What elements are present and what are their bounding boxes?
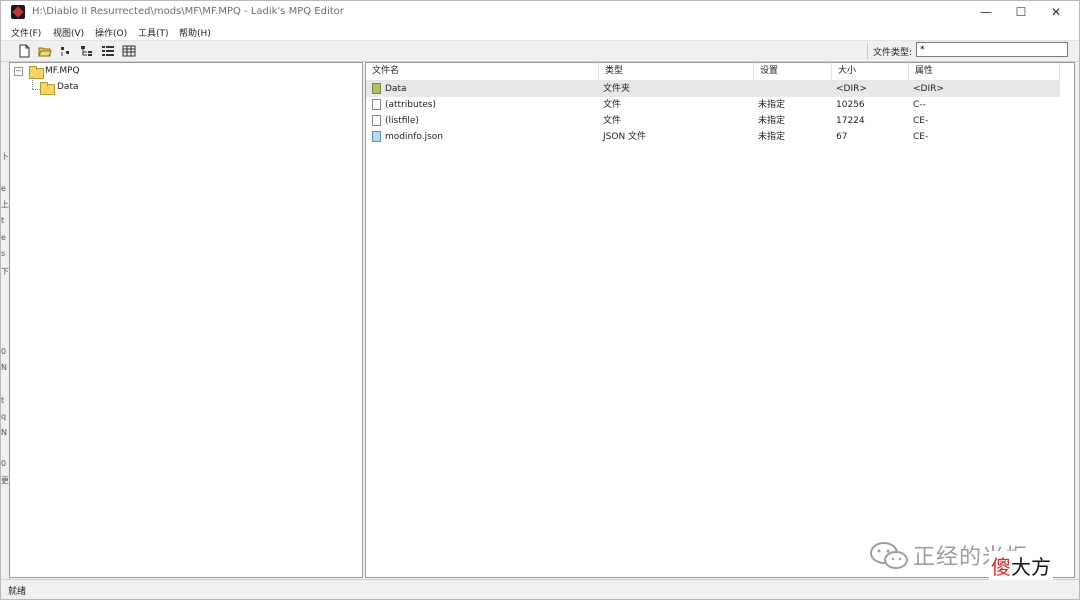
menu-bar: 文件(F) 视图(V) 操作(O) 工具(T) 帮助(H)	[1, 23, 1079, 40]
edge-char: N	[1, 428, 7, 437]
menu-tools[interactable]: 工具(T)	[138, 26, 169, 39]
edge-char: e	[1, 184, 6, 193]
column-header-type[interactable]: 类型	[599, 63, 754, 80]
cell-attributes: <DIR>	[913, 84, 944, 94]
edge-char: 0	[1, 459, 7, 468]
cell-size: 10256	[836, 100, 865, 110]
watermark-badge: 傻大方	[989, 551, 1053, 580]
filetype-input[interactable]	[916, 42, 1068, 57]
tree-view-icon[interactable]	[80, 44, 94, 58]
menu-operation[interactable]: 操作(O)	[95, 26, 127, 39]
tree-connector	[32, 77, 33, 89]
new-file-icon[interactable]	[17, 44, 31, 58]
window-title: H:\Diablo II Resurrected\mods\MF\MF.MPQ …	[32, 6, 344, 17]
table-row[interactable]: modinfo.json JSON 文件 未指定 67 CE-	[366, 129, 1060, 145]
cell-type: 文件	[603, 100, 622, 110]
edge-char: 0	[1, 347, 7, 356]
cell-settings: 未指定	[758, 116, 786, 126]
tree-connector	[32, 89, 40, 90]
toolbar: 文件类型:	[1, 40, 1079, 62]
edge-char: N	[1, 363, 7, 372]
folder-icon	[40, 82, 55, 95]
column-header-settings[interactable]: 设置	[754, 63, 832, 80]
details-view-icon[interactable]	[122, 44, 136, 58]
cell-name: (attributes)	[385, 100, 436, 110]
title-bar: H:\Diablo II Resurrected\mods\MF\MF.MPQ …	[1, 1, 1079, 23]
column-header-attributes[interactable]: 属性	[909, 63, 1060, 80]
edge-char: t	[1, 216, 5, 225]
file-icon	[372, 99, 381, 110]
cell-attributes: CE-	[913, 116, 929, 126]
open-folder-icon[interactable]	[38, 44, 52, 58]
cell-size: <DIR>	[836, 84, 867, 94]
edge-char: t	[1, 396, 5, 405]
tree-node-label: MF.MPQ	[45, 66, 80, 76]
status-text: 就绪	[8, 587, 27, 597]
cell-attributes: CE-	[913, 132, 929, 142]
table-row[interactable]: (listfile) 文件 未指定 17224 CE-	[366, 113, 1060, 129]
column-header-name[interactable]: 文件名	[366, 63, 599, 80]
menu-file[interactable]: 文件(F)	[11, 26, 41, 39]
minimize-button[interactable]: —	[969, 1, 1003, 23]
app-window: H:\Diablo II Resurrected\mods\MF\MF.MPQ …	[0, 0, 1080, 600]
watermark: 正经的米炬 傻大方	[861, 531, 1071, 581]
edge-char: e	[1, 233, 6, 242]
list-header: 文件名 类型 设置 大小 属性	[366, 63, 1060, 81]
edge-char: q	[1, 412, 7, 421]
list-view-icon[interactable]	[101, 44, 115, 58]
edge-char: 下	[1, 267, 9, 276]
folder-icon	[372, 83, 381, 94]
cell-name: modinfo.json	[385, 132, 443, 142]
collapse-toggle-icon[interactable]: −	[14, 67, 23, 76]
maximize-button[interactable]: ☐	[1004, 1, 1038, 23]
cell-size: 67	[836, 132, 848, 142]
cell-settings: 未指定	[758, 100, 786, 110]
cell-type: JSON 文件	[603, 132, 647, 142]
wechat-logo-icon	[870, 542, 908, 569]
cell-settings: 未指定	[758, 132, 786, 142]
edge-char: s	[1, 249, 6, 258]
column-header-size[interactable]: 大小	[832, 63, 909, 80]
table-row[interactable]: (attributes) 文件 未指定 10256 C--	[366, 97, 1060, 113]
file-icon	[372, 115, 381, 126]
status-bar: 就绪	[1, 579, 1079, 599]
tree-node-label: Data	[57, 82, 79, 92]
file-list-pane[interactable]: 文件名 类型 设置 大小 属性 Data 文件夹 <DIR> <DIR> (at…	[365, 62, 1075, 578]
tree-pane[interactable]: − MF.MPQ Data	[9, 62, 363, 578]
json-file-icon	[372, 131, 381, 142]
cell-type: 文件夹	[603, 84, 631, 94]
table-row[interactable]: Data 文件夹 <DIR> <DIR>	[366, 81, 1060, 97]
tree-node-data[interactable]: Data	[40, 81, 160, 95]
watermark-badge-black: 大方	[1011, 555, 1051, 579]
filetype-label: 文件类型:	[873, 48, 913, 58]
cell-size: 17224	[836, 116, 865, 126]
menu-help[interactable]: 帮助(H)	[179, 26, 211, 39]
cell-type: 文件	[603, 116, 622, 126]
cell-attributes: C--	[913, 100, 926, 110]
toolbar-separator	[867, 43, 868, 59]
edge-char: 上	[1, 200, 9, 209]
edge-char: 卜	[1, 152, 9, 161]
menu-view[interactable]: 视图(V)	[53, 26, 84, 39]
edge-char: 更	[1, 476, 9, 485]
cell-name: Data	[385, 84, 407, 94]
app-logo-icon[interactable]	[11, 5, 25, 19]
cell-name: (listfile)	[385, 116, 419, 126]
sort-icon[interactable]	[59, 44, 73, 58]
watermark-badge-red: 傻	[991, 555, 1011, 579]
close-button[interactable]: ✕	[1039, 1, 1073, 23]
